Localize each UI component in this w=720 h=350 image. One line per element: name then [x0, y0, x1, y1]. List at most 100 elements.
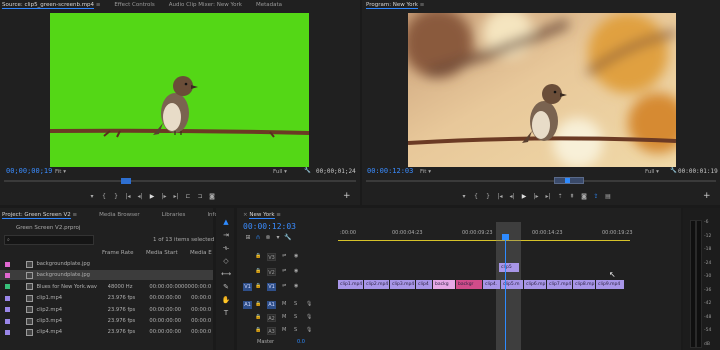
track-target-toggle[interactable]: A3: [267, 327, 276, 335]
eye-icon[interactable]: ◉: [294, 253, 298, 259]
source-timeline-scrubber[interactable]: [4, 180, 356, 182]
tab-program[interactable]: Program: New York ≡: [366, 2, 424, 9]
add-button-program[interactable]: +: [703, 191, 711, 201]
source-video-frame[interactable]: [50, 13, 309, 167]
timeline-clip[interactable]: clip4.: [483, 280, 500, 289]
list-item[interactable]: clip2.mp4 23.976 fps 00:00:00:00 00:00:0: [0, 305, 213, 315]
timeline-settings-icon[interactable]: 🔧: [283, 234, 293, 241]
timeline-clip[interactable]: clip8.mp: [573, 280, 595, 289]
snap-icon[interactable]: ∩: [253, 234, 263, 241]
tab-libraries[interactable]: Libraries: [162, 212, 186, 218]
program-timeline-scrubber[interactable]: [366, 180, 716, 182]
nest-icon[interactable]: ⊞: [243, 234, 253, 241]
source-quality-dropdown[interactable]: Full ▾: [273, 169, 287, 175]
play-icon[interactable]: ▶: [146, 193, 158, 200]
column-media-start[interactable]: Media Start: [146, 250, 178, 256]
selection-tool-icon[interactable]: ▲: [221, 217, 231, 227]
track-target-toggle[interactable]: V1: [267, 283, 276, 291]
camera-icon[interactable]: ◙: [206, 193, 218, 200]
source-playhead[interactable]: [121, 178, 131, 184]
label-color-swatch[interactable]: [5, 307, 10, 313]
step-back-frame-icon[interactable]: ◂|: [134, 193, 146, 200]
lock-track-icon[interactable]: 🔒: [255, 283, 261, 289]
mark-in-icon[interactable]: ▾: [458, 193, 470, 200]
program-timecode-current[interactable]: 00:00:12:03: [367, 167, 413, 175]
tab-project[interactable]: Project: Green Screen V2 ≡: [2, 212, 77, 219]
program-quality-dropdown[interactable]: Full ▾: [645, 169, 659, 175]
linked-selection-icon[interactable]: ⊗: [263, 234, 273, 241]
timeline-clip[interactable]: clip4: [416, 280, 432, 289]
pen-tool-icon[interactable]: ✎: [221, 282, 231, 292]
lock-track-icon[interactable]: 🔒: [255, 327, 261, 333]
column-frame-rate[interactable]: Frame Rate: [102, 250, 134, 256]
label-color-swatch[interactable]: [5, 295, 10, 301]
timeline-clip[interactable]: clip3.mp4: [390, 280, 415, 289]
source-patch-audio[interactable]: A1: [243, 301, 252, 309]
timeline-clip[interactable]: clip6.mp: [524, 280, 546, 289]
program-playhead[interactable]: [565, 178, 570, 183]
go-to-in-icon[interactable]: }: [110, 193, 122, 200]
insert-icon[interactable]: ⊏: [182, 193, 194, 200]
settings-icon[interactable]: ▤: [602, 193, 614, 200]
wrench-icon[interactable]: 🔧: [670, 168, 677, 174]
sync-lock-icon[interactable]: ⇌: [282, 253, 286, 259]
eye-icon[interactable]: ◉: [294, 268, 298, 274]
mark-out-icon[interactable]: {: [470, 193, 482, 200]
solo-icon[interactable]: S: [294, 327, 297, 333]
timeline-clip[interactable]: clip2.mp4: [364, 280, 389, 289]
mic-icon[interactable]: 🎙: [306, 314, 312, 320]
list-item[interactable]: clip1.mp4 23.976 fps 00:00:00:00 00:00:0: [0, 293, 213, 303]
list-item[interactable]: clip3.mp4 23.976 fps 00:00:00:00 00:00:0: [0, 316, 213, 326]
tab-metadata[interactable]: Metadata: [256, 2, 282, 8]
label-color-swatch[interactable]: [5, 329, 10, 335]
step-forward-icon[interactable]: |▸: [530, 193, 542, 200]
program-video-frame[interactable]: [408, 13, 676, 167]
timeline-playhead-head[interactable]: [502, 234, 509, 240]
timeline-clip[interactable]: clip1.mp4: [338, 280, 363, 289]
type-tool-icon[interactable]: T: [221, 308, 231, 318]
timeline-clip[interactable]: backgr: [456, 280, 482, 289]
play-icon[interactable]: ▶: [518, 193, 530, 200]
step-back-frame-icon[interactable]: ◂|: [506, 193, 518, 200]
track-select-tool-icon[interactable]: ⇥: [221, 230, 231, 240]
track-target-toggle[interactable]: A1: [267, 301, 276, 309]
lock-track-icon[interactable]: 🔒: [255, 301, 261, 307]
mute-icon[interactable]: M: [282, 327, 286, 333]
list-item[interactable]: Blues for New York.wav 48000 Hz 00:00:00:0…: [0, 282, 213, 292]
tab-source[interactable]: Source: clip5_green-screenb.mp4 ≡: [2, 2, 100, 9]
solo-icon[interactable]: S: [294, 314, 297, 320]
timeline-playhead-line[interactable]: [505, 236, 506, 350]
source-patch-video[interactable]: V1: [243, 283, 252, 291]
tab-media-browser[interactable]: Media Browser: [99, 212, 140, 218]
timeline-clip[interactable]: clip9.mp4: [596, 280, 624, 289]
label-color-swatch[interactable]: [5, 284, 10, 290]
mute-icon[interactable]: M: [282, 314, 286, 320]
step-back-icon[interactable]: |◂: [494, 193, 506, 200]
camera-icon[interactable]: ◙: [578, 193, 590, 200]
overwrite-icon[interactable]: ⊐: [194, 193, 206, 200]
extract-icon[interactable]: ⇞: [566, 193, 578, 200]
program-fit-dropdown[interactable]: Fit ▾: [420, 169, 431, 175]
go-to-out-icon[interactable]: ▸|: [542, 193, 554, 200]
go-to-in-icon[interactable]: }: [482, 193, 494, 200]
eye-icon[interactable]: ◉: [294, 283, 298, 289]
tab-effect-controls[interactable]: Effect Controls: [114, 2, 154, 8]
timeline-clip[interactable]: clip5: [499, 263, 519, 272]
lock-track-icon[interactable]: 🔒: [255, 253, 261, 259]
export-icon[interactable]: ⇪: [590, 193, 602, 200]
timeline-clip[interactable]: backg: [433, 280, 455, 289]
list-item[interactable]: backgroundplate.jpg: [0, 259, 213, 269]
project-search-input[interactable]: ⌕: [4, 235, 94, 245]
label-color-swatch[interactable]: [5, 272, 10, 278]
sync-lock-icon[interactable]: ⇌: [282, 268, 286, 274]
mark-in-icon[interactable]: ▾: [86, 193, 98, 200]
timeline-clip[interactable]: clip7.mp4: [547, 280, 572, 289]
mic-icon[interactable]: 🎙: [306, 301, 312, 307]
sync-lock-icon[interactable]: ⇌: [282, 283, 286, 289]
mute-icon[interactable]: M: [282, 301, 286, 307]
slip-tool-icon[interactable]: ⟷: [221, 269, 231, 279]
tab-sequence[interactable]: × New York ≡: [243, 212, 281, 219]
label-color-swatch[interactable]: [5, 318, 10, 324]
mark-out-icon[interactable]: {: [98, 193, 110, 200]
lift-icon[interactable]: ⇡: [554, 193, 566, 200]
